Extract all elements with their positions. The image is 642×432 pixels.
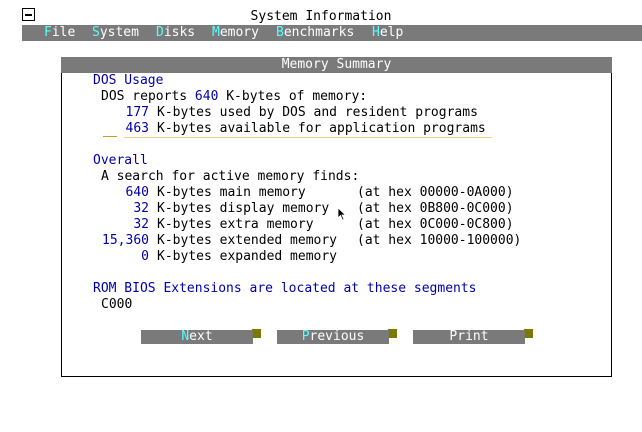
overall-intro: A search for active memory finds:	[101, 169, 360, 184]
menu-benchmarks[interactable]: Benchmarks	[276, 25, 354, 41]
dos-available-value: 463	[125, 121, 149, 136]
menu-help-hotkey: H	[372, 25, 380, 40]
overall-row-range: (at hex 0B800-0C000)	[357, 201, 514, 216]
next-button-shadow	[252, 329, 261, 338]
menu-file-label: ile	[51, 25, 76, 40]
print-button-shadow	[524, 329, 533, 338]
overall-row-range: (at hex 00000-0A000)	[357, 185, 514, 200]
menu-memory-hotkey: M	[212, 25, 220, 40]
dos-reports-suffix: K-bytes of memory:	[226, 89, 368, 104]
menu-system[interactable]: System	[92, 25, 139, 41]
print-button[interactable]: Print	[413, 330, 525, 344]
rom-bios-segments: C000	[101, 297, 133, 312]
overall-row-range: (at hex 10000-100000)	[357, 233, 522, 248]
dos-available-label: K-bytes available for application progra…	[157, 121, 486, 136]
previous-button[interactable]: Previous	[277, 330, 389, 344]
next-button[interactable]: Next	[141, 330, 253, 344]
menu-help-label: elp	[379, 25, 404, 40]
menu-disks-label: isks	[163, 25, 196, 40]
menu-benchmarks-hotkey: B	[276, 25, 284, 40]
menu-help[interactable]: Help	[372, 25, 403, 41]
highlight-underline	[124, 137, 492, 138]
previous-hotkey: P	[301, 329, 310, 344]
window-title: System Information	[250, 9, 392, 24]
dos-usage-heading: DOS Usage	[93, 73, 164, 88]
overall-row-value: 640	[125, 185, 149, 200]
overall-row-label: K-bytes extended memory	[157, 233, 338, 248]
mouse-pointer-icon	[337, 207, 347, 221]
menu-disks[interactable]: Disks	[156, 25, 195, 41]
menu-file-hotkey: F	[44, 25, 52, 40]
next-label: ext	[189, 329, 213, 344]
menu-bar: File System Disks Memory Benchmarks Help	[22, 25, 642, 41]
menu-benchmarks-label: enchmarks	[283, 25, 355, 40]
overall-heading: Overall	[93, 153, 148, 168]
dos-reports-prefix: DOS reports	[101, 89, 188, 104]
dos-reports-line: DOS reports 640 K-bytes of memory:	[101, 89, 367, 105]
menu-file[interactable]: File	[44, 25, 75, 41]
overall-row-value: 32	[133, 201, 149, 216]
overall-row-label: K-bytes display memory	[157, 201, 330, 216]
menu-memory[interactable]: Memory	[212, 25, 259, 41]
menu-system-label: ystem	[99, 25, 139, 40]
menu-system-hotkey: S	[92, 25, 100, 40]
menu-memory-label: emory	[219, 25, 259, 40]
overall-row-label: K-bytes expanded memory	[157, 249, 338, 264]
dialog-titlebar: Memory Summary	[61, 57, 612, 73]
previous-button-shadow	[388, 329, 397, 338]
overall-row-value: 0	[141, 249, 149, 264]
text-cursor-mark	[103, 136, 117, 137]
overall-row-value: 15,360	[102, 233, 149, 248]
previous-label: revious	[309, 329, 365, 344]
overall-row-value: 32	[133, 217, 149, 232]
next-hotkey: N	[181, 329, 190, 344]
dos-reports-value: 640	[194, 89, 219, 104]
dialog-title: Memory Summary	[281, 57, 392, 72]
menu-disks-hotkey: D	[156, 25, 164, 40]
rom-bios-heading: ROM BIOS Extensions are located at these…	[93, 281, 477, 296]
print-label: Print	[449, 329, 489, 344]
overall-row-label: K-bytes main memory	[157, 185, 306, 200]
overall-row-range: (at hex 0C000-0C800)	[357, 217, 514, 232]
dos-used-label: K-bytes used by DOS and resident program…	[157, 105, 478, 120]
dos-used-value: 177	[125, 105, 149, 120]
overall-row-label: K-bytes extra memory	[157, 217, 314, 232]
